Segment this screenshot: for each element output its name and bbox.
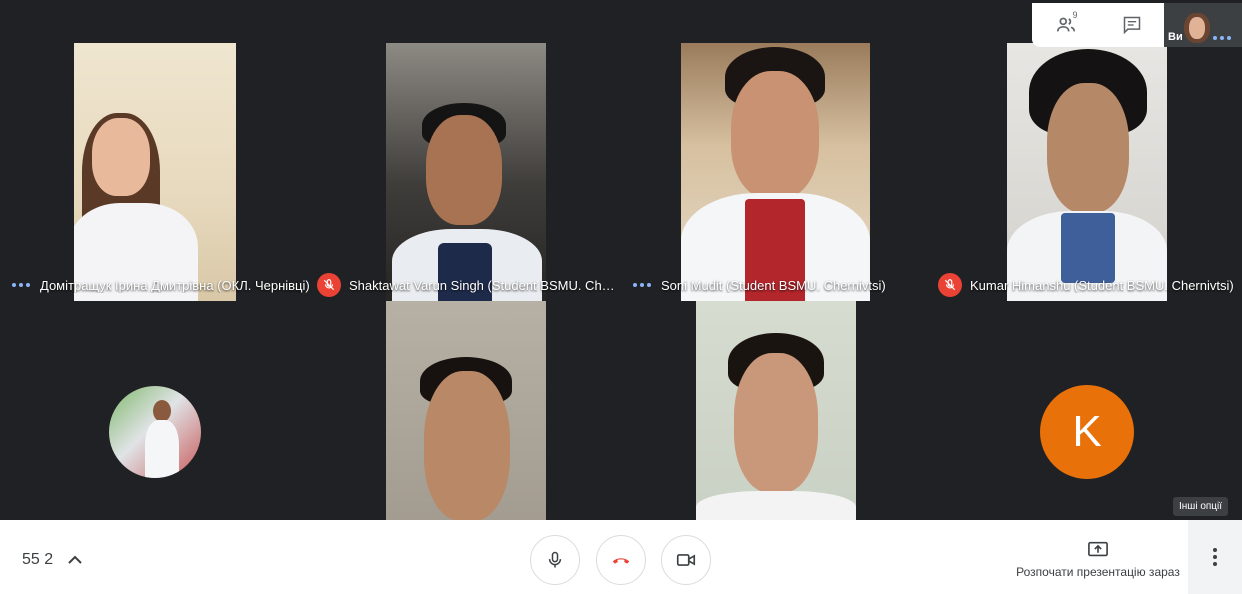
people-button[interactable]: 9 — [1055, 10, 1078, 36]
mic-muted-icon — [938, 273, 962, 297]
participant-namebar-3: Soni Mudit (Student BSMU. Chernivtsi) — [621, 269, 932, 301]
bottom-control-bar: 55 2 Розпочати презентацію зараз — [0, 520, 1242, 594]
more-options-tooltip: Інші опції — [1173, 497, 1229, 516]
participant-video-2 — [386, 43, 546, 301]
meeting-code: 55 2 — [22, 551, 54, 568]
microphone-icon — [548, 551, 562, 568]
participant-tile-2[interactable]: Shaktawat Varun Singh (Student BSMU. Che… — [311, 43, 621, 301]
present-screen-icon — [1088, 541, 1108, 557]
self-audio-dots-icon — [1213, 36, 1231, 40]
participant-tile-8[interactable]: K — [932, 301, 1242, 520]
participant-letter-avatar: K — [1040, 385, 1134, 479]
camera-button[interactable] — [661, 535, 711, 585]
participant-name: Домітращук Ірина Дмитрівна (ОКЛ. Чернівц… — [40, 277, 310, 293]
microphone-button[interactable] — [530, 535, 580, 585]
participant-tile-6[interactable] — [311, 301, 621, 520]
participant-video-4 — [1007, 43, 1167, 301]
chat-icon — [1123, 16, 1140, 35]
participant-video-6 — [386, 301, 546, 520]
participants-count: 9 — [1072, 10, 1078, 20]
participant-video-1 — [74, 43, 236, 301]
meeting-stage: Домітращук Ірина Дмитрівна (ОКЛ. Чернівц… — [0, 0, 1242, 594]
present-label: Розпочати презентацію зараз — [1016, 565, 1180, 579]
participant-tile-5[interactable] — [0, 301, 311, 520]
participant-tile-7[interactable] — [621, 301, 932, 520]
participant-namebar-2: Shaktawat Varun Singh (Student BSMU. Che… — [311, 269, 621, 301]
participant-video-3 — [681, 43, 870, 301]
camera-icon — [676, 554, 696, 566]
participant-photo-avatar — [109, 386, 201, 478]
participant-name: Shaktawat Varun Singh (Student BSMU. Che… — [349, 277, 619, 293]
participant-tile-1[interactable]: Домітращук Ірина Дмитрівна (ОКЛ. Чернівц… — [0, 43, 311, 301]
end-call-icon — [612, 558, 630, 564]
chat-button[interactable] — [1122, 15, 1142, 35]
audio-dots-icon — [633, 283, 651, 287]
meeting-details-button[interactable]: 55 2 — [22, 551, 82, 569]
participant-name: Kumar Himanshu (Student BSMU. Chernivtsi… — [970, 277, 1234, 293]
more-vertical-icon — [1213, 548, 1217, 566]
mic-muted-icon — [317, 273, 341, 297]
participant-tile-3[interactable]: Soni Mudit (Student BSMU. Chernivtsi) — [621, 43, 932, 301]
top-right-panel: 9 — [1032, 3, 1164, 47]
leave-call-button[interactable] — [596, 535, 646, 585]
participant-name: Soni Mudit (Student BSMU. Chernivtsi) — [661, 277, 886, 293]
self-label: Ви — [1168, 31, 1183, 43]
audio-dots-icon — [12, 283, 30, 287]
participant-video-7 — [696, 301, 856, 520]
chevron-up-icon — [67, 555, 82, 564]
more-options-button[interactable] — [1188, 520, 1242, 594]
participant-namebar-1: Домітращук Ірина Дмитрівна (ОКЛ. Чернівц… — [0, 269, 311, 301]
present-now-button[interactable]: Розпочати презентацію зараз — [1010, 540, 1186, 579]
self-view-tile[interactable]: Ви — [1164, 3, 1242, 47]
participant-namebar-4: Kumar Himanshu (Student BSMU. Chernivtsi… — [932, 269, 1242, 301]
self-video — [1182, 9, 1212, 47]
participant-tile-4[interactable]: Kumar Himanshu (Student BSMU. Chernivtsi… — [932, 43, 1242, 301]
